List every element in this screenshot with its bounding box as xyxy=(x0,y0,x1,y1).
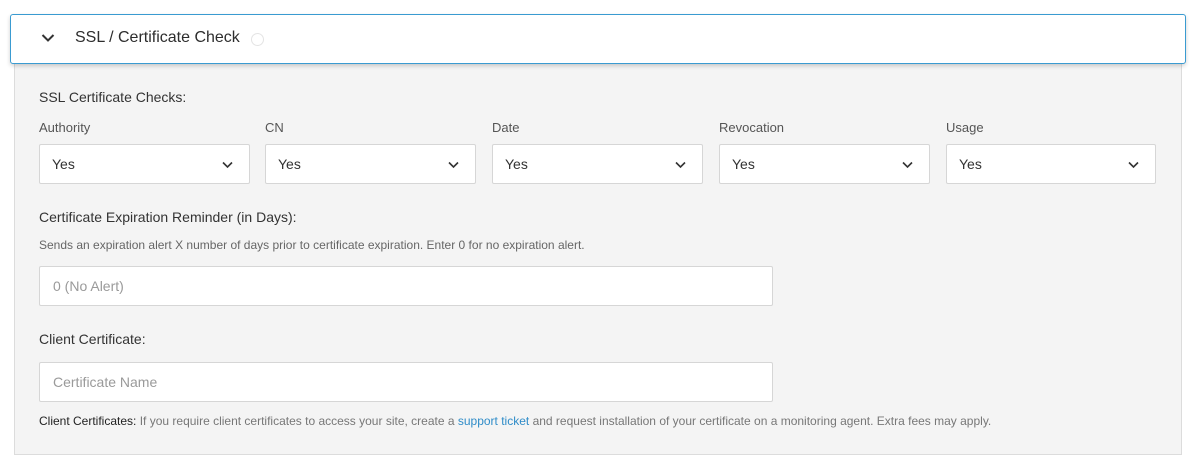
usage-label: Usage xyxy=(946,120,984,135)
cn-value: Yes xyxy=(278,156,301,172)
usage-value: Yes xyxy=(959,156,982,172)
date-value: Yes xyxy=(505,156,528,172)
chevron-down-icon xyxy=(1128,161,1139,169)
authority-value: Yes xyxy=(52,156,75,172)
ssl-checks-heading: SSL Certificate Checks: xyxy=(39,89,187,105)
cn-label: CN xyxy=(265,120,284,135)
client-certificate-heading: Client Certificate: xyxy=(39,331,146,347)
usage-select[interactable]: Yes xyxy=(946,144,1156,184)
section-title: SSL / Certificate Check xyxy=(75,29,240,46)
expiration-heading: Certificate Expiration Reminder (in Days… xyxy=(39,209,297,225)
date-select[interactable]: Yes xyxy=(492,144,703,184)
date-label: Date xyxy=(492,120,520,135)
chevron-down-icon xyxy=(902,161,913,169)
revocation-select[interactable]: Yes xyxy=(719,144,930,184)
revocation-value: Yes xyxy=(732,156,755,172)
expiration-days-input[interactable] xyxy=(39,266,773,306)
certificate-name-input[interactable] xyxy=(39,362,773,402)
chevron-down-icon[interactable] xyxy=(41,33,55,43)
note-lead: Client Certificates: xyxy=(39,414,137,428)
chevron-down-icon xyxy=(222,161,233,169)
revocation-label: Revocation xyxy=(719,120,785,135)
info-icon[interactable] xyxy=(251,33,264,46)
section-header[interactable]: SSL / Certificate Check xyxy=(10,14,1186,64)
authority-select[interactable]: Yes xyxy=(39,144,250,184)
chevron-down-icon xyxy=(448,161,459,169)
expiration-help-text: Sends an expiration alert X number of da… xyxy=(39,238,585,252)
note-text-before: If you require client certificates to ac… xyxy=(136,414,458,428)
chevron-down-icon xyxy=(675,161,686,169)
authority-label: Authority xyxy=(39,120,91,135)
support-ticket-link[interactable]: support ticket xyxy=(458,414,529,428)
cn-select[interactable]: Yes xyxy=(265,144,476,184)
client-certificate-note: Client Certificates: If you require clie… xyxy=(39,414,991,428)
note-text-after: and request installation of your certifi… xyxy=(529,414,992,428)
